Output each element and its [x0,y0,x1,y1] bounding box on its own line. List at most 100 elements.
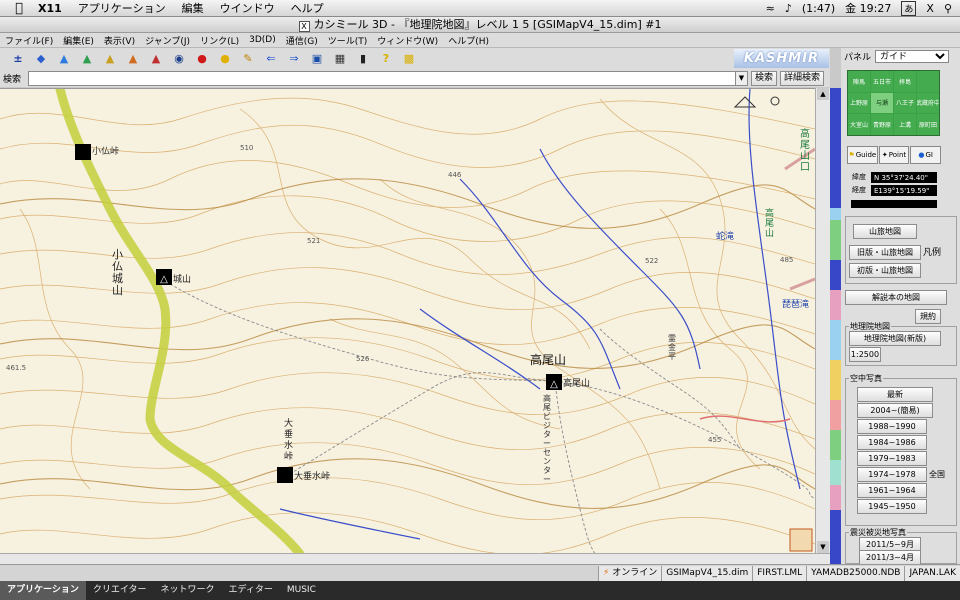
map-label-ohdarumi[interactable]: 大垂水峠 [294,469,330,482]
mac-menu-app[interactable]: アプリケーション [70,0,174,16]
terms-button[interactable]: 規約 [915,309,941,324]
dock-tab-creator[interactable]: クリエイター [86,581,154,600]
level-color-strip[interactable] [830,88,841,564]
minimap-cell[interactable]: 五日市 [871,71,893,92]
chiriin-new-button[interactable]: 地理院地図(新版) [849,331,941,346]
search-input[interactable] [28,70,736,86]
map-view[interactable]: △ △ 小仏峠 小仏城山 城山 高尾山 高尾山 大垂水峠 大垂水峠 高尾山口 蛇… [0,88,815,553]
camera-icon[interactable]: ▣ [309,52,325,66]
arrow-right-icon[interactable]: ⇒ [286,52,302,66]
legend-link[interactable]: 凡例 [923,245,941,258]
topographic-map[interactable]: △ △ [0,89,815,553]
tab-guide[interactable]: ⚑ Guide [847,146,878,164]
marker-icon[interactable]: ● [194,52,210,66]
menu-window[interactable]: ウィンドウ(W) [372,34,443,47]
menu-file[interactable]: ファイル(F) [0,34,58,47]
minimap-cell[interactable]: 原町田 [917,114,939,135]
minimap-cell[interactable]: 拝島 [894,71,916,92]
minimap-cell[interactable]: 上溝 [894,114,916,135]
online-status[interactable]: ⚡ オンライン [598,565,662,581]
sanzoku-map-button[interactable]: 山旅地図 [853,224,917,239]
menu-link[interactable]: リンク(L) [195,34,244,47]
mac-menu-help[interactable]: ヘルプ [283,0,332,16]
panel-select[interactable]: ガイド [875,49,950,63]
aerial-1984-button[interactable]: 1984~1986 [857,435,927,450]
gps-icon[interactable]: ± [10,52,26,66]
minimap-cell[interactable]: 青野原 [871,114,893,135]
menu-3d[interactable]: 3D(D) [244,35,281,45]
status-layer-file: FIRST.LML [752,565,807,581]
walk-icon[interactable]: ▩ [401,52,417,66]
menu-jump[interactable]: ジャンプ(J) [140,34,195,47]
map-icon-1[interactable]: ▲ [56,52,72,66]
mac-menu-window[interactable]: ウインドウ [212,0,283,16]
map-horizontal-scrollbar[interactable] [0,553,830,564]
map-icon-3[interactable]: ▲ [102,52,118,66]
map-vertical-scrollbar[interactable]: ▲ ▼ [815,88,830,553]
dock-tab-editor[interactable]: エディター [221,581,279,600]
old-sanzoku-map-button[interactable]: 旧版・山旅地図 [849,245,921,260]
map-label-kobotoke[interactable]: 小仏峠 [92,144,119,157]
input-mode-icon[interactable]: あ [901,0,917,16]
window-titlebar[interactable]: X カシミール 3D - 『地理院地図』レベル 1 5 [GSIMapV4_15.… [0,17,960,33]
spotlight-icon[interactable]: ⚲ [944,2,952,15]
dock-tab-music[interactable]: MUSIC [280,581,323,600]
minimap-cell[interactable]: 八王子 [894,92,916,114]
minimap-cell-current[interactable]: 与瀬 [871,92,893,114]
minimap-cell[interactable]: 陣馬 [848,71,870,92]
scroll-up-icon[interactable]: ▲ [817,88,829,100]
aerial-1979-button[interactable]: 1979~1983 [857,451,927,466]
guidebook-map-button[interactable]: 解説本の地図 [845,290,947,305]
map-icon-5[interactable]: ▲ [148,52,164,66]
wifi-icon[interactable]: ≈ [766,2,775,15]
apple-menu-icon[interactable]:  [8,1,30,16]
tab-point[interactable]: ✦ Point [878,146,910,164]
x11-icon[interactable]: X [926,2,934,15]
detail-search-button[interactable]: 詳細検索 [780,70,825,86]
menu-tools[interactable]: ツール(T) [323,34,373,47]
status-bar: ⚡ オンライン GSIMapV4_15.dim FIRST.LML YAMADB… [0,564,960,581]
first-sanzoku-map-button[interactable]: 初版・山旅地図 [849,263,921,278]
aerial-1974-button[interactable]: 1974~1978 [857,467,927,482]
app-menu-x11[interactable]: X11 [30,2,70,15]
map-label-shiroyama[interactable]: 城山 [173,272,191,285]
device-icon[interactable]: ▮ [355,52,371,66]
aerial-1988-button[interactable]: 1988~1990 [857,419,927,434]
layer-icon[interactable]: ◆ [33,52,49,66]
aerial-1945-button[interactable]: 1945~1950 [857,499,927,514]
menu-edit[interactable]: 編集(E) [58,34,99,47]
search-button[interactable]: 検索 [751,70,778,86]
clock[interactable]: 金 19:27 [845,0,891,16]
minimap-cell[interactable]: 上野原 [848,92,870,114]
minimap-cell[interactable]: 武蔵府中 [917,92,939,114]
overview-minimap[interactable]: 陣馬 五日市 拝島 上野原 与瀬 八王子 武蔵府中 大室山 青野原 上溝 原町田 [847,70,940,136]
bubble-icon[interactable]: ● [217,52,233,66]
film-icon[interactable]: ▦ [332,52,348,66]
dock-tab-applications[interactable]: アプリケーション [0,581,86,600]
pencil-icon[interactable]: ✎ [240,52,256,66]
map-icon-4[interactable]: ▲ [125,52,141,66]
minimap-cell[interactable]: 大室山 [848,114,870,135]
map-label-takaosan[interactable]: 高尾山 [530,351,566,368]
mac-menu-edit[interactable]: 編集 [174,0,212,16]
map-icon-2[interactable]: ▲ [79,52,95,66]
arrow-left-icon[interactable]: ⇐ [263,52,279,66]
dock-tab-network[interactable]: ネットワーク [153,581,221,600]
binoculars-icon[interactable]: ◉ [171,52,187,66]
aerial-2004-button[interactable]: 2004~(簡易) [857,403,933,418]
disaster-2011-mar-button[interactable]: 2011/3~4月 [859,550,921,565]
menu-help[interactable]: ヘルプ(H) [443,34,494,47]
tab-gi[interactable]: ● GI [910,146,942,164]
help-icon[interactable]: ? [378,52,394,66]
menu-comm[interactable]: 通信(G) [281,34,323,47]
search-dropdown-icon[interactable]: ▼ [736,70,748,86]
menu-view[interactable]: 表示(V) [99,34,140,47]
minimap-cell[interactable] [917,71,939,92]
aerial-latest-button[interactable]: 最新 [857,387,933,402]
battery-status[interactable]: (1:47) [802,2,835,15]
scroll-down-icon[interactable]: ▼ [817,541,829,553]
scale-button[interactable]: 1:2500 [849,347,881,362]
aerial-1961-button[interactable]: 1961~1964 [857,483,927,498]
volume-icon[interactable]: ♪ [785,2,792,15]
map-label-takaosan-small[interactable]: 高尾山 [563,376,590,389]
